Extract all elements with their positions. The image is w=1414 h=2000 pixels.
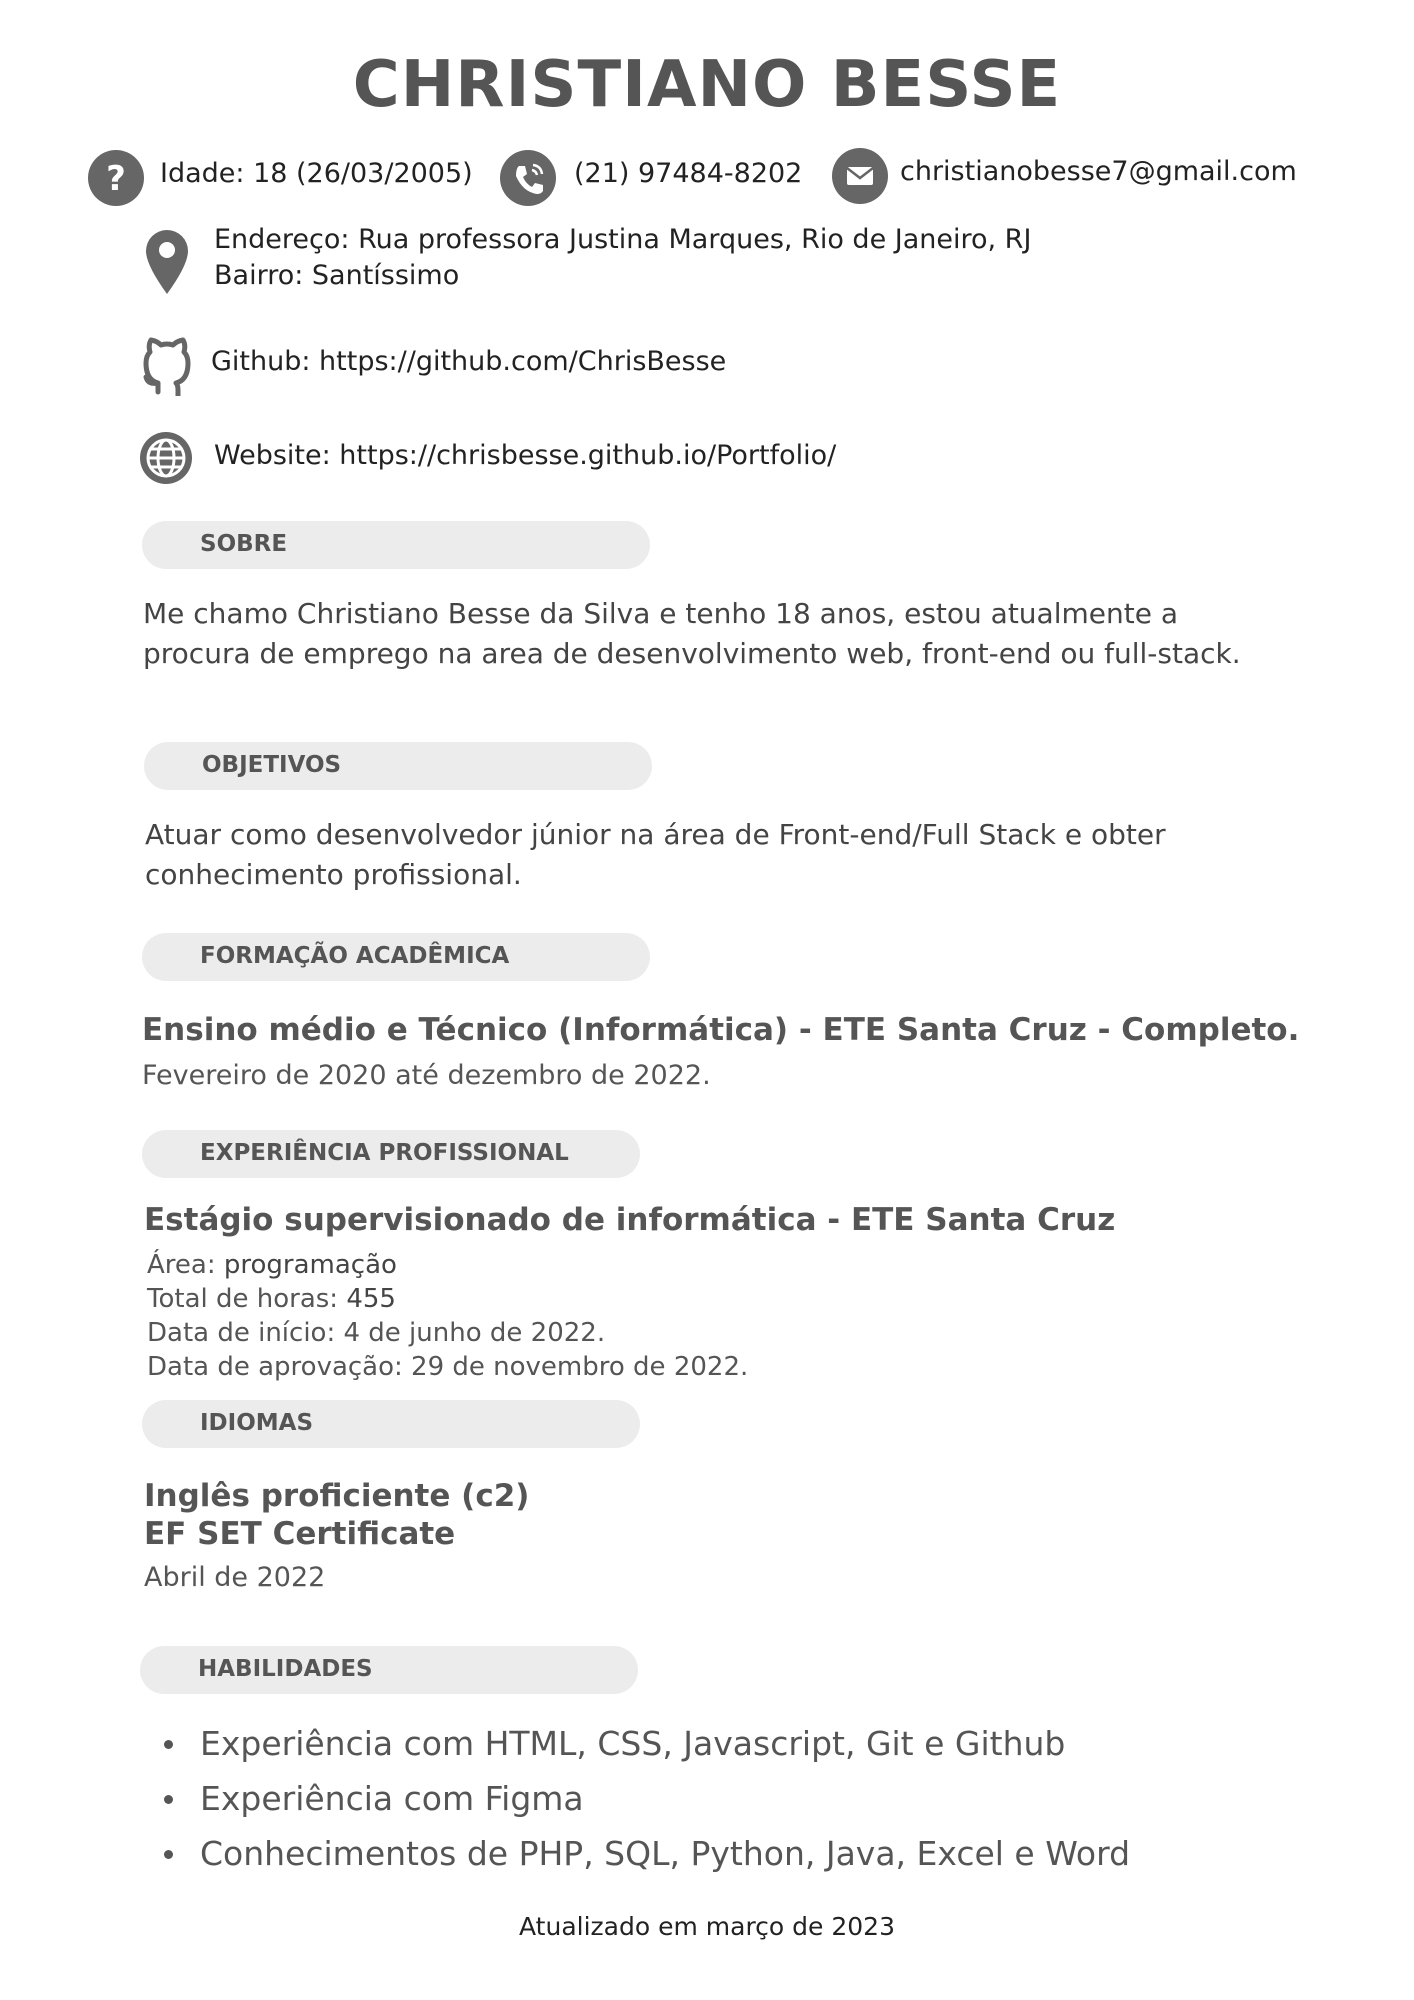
section-header-idiomas: IDIOMAS: [142, 1400, 640, 1448]
education-course: Ensino médio e Técnico (Informática) - E…: [142, 1012, 1300, 1048]
section-title: HABILIDADES: [198, 1656, 373, 1682]
section-header-formacao: FORMAÇÃO ACADÊMICA: [142, 933, 650, 981]
location-pin-icon: [144, 228, 190, 296]
github-icon: [138, 334, 196, 396]
globe-icon: [138, 430, 194, 486]
website-link[interactable]: Website: https://chrisbesse.github.io/Po…: [214, 440, 836, 471]
age-text: Idade: 18 (26/03/2005): [160, 158, 473, 189]
skills-list: Experiência com HTML, CSS, Javascript, G…: [142, 1716, 1130, 1881]
language-date: Abril de 2022: [144, 1562, 326, 1593]
section-title: IDIOMAS: [200, 1410, 314, 1436]
experience-role: Estágio supervisionado de informática - …: [144, 1202, 1116, 1238]
education-period: Fevereiro de 2020 até dezembro de 2022.: [142, 1060, 711, 1091]
question-icon: ?: [88, 150, 144, 206]
list-item: Experiência com HTML, CSS, Javascript, G…: [142, 1716, 1130, 1771]
address-line-2: Bairro: Santíssimo: [214, 260, 460, 291]
hours-label: Total de horas:: [147, 1284, 347, 1314]
resume-name: CHRISTIANO BESSE: [352, 48, 1062, 122]
section-title: FORMAÇÃO ACADÊMICA: [200, 943, 510, 969]
section-header-sobre: SOBRE: [142, 521, 650, 569]
section-title: OBJETIVOS: [202, 752, 342, 778]
svg-text:?: ?: [106, 159, 126, 199]
phone-text: (21) 97484-8202: [574, 158, 803, 189]
list-item: Conhecimentos de PHP, SQL, Python, Java,…: [142, 1826, 1130, 1881]
experience-area: Área: programação: [147, 1248, 397, 1282]
experience-hours: Total de horas: 455: [147, 1282, 396, 1316]
objectives-text: Atuar como desenvolvedor júnior na área …: [145, 818, 1166, 891]
list-item: Experiência com Figma: [142, 1771, 1130, 1826]
footer-updated: Atualizado em março de 2023: [519, 1912, 895, 1941]
address-line-1: Endereço: Rua professora Justina Marques…: [214, 224, 1032, 255]
area-label: Área:: [147, 1250, 224, 1280]
language-level: Inglês proficiente (c2): [144, 1478, 530, 1514]
email-text[interactable]: christianobesse7@gmail.com: [900, 156, 1297, 187]
area-value: programação: [223, 1250, 397, 1280]
experience-start: Data de início: 4 de junho de 2022.: [147, 1318, 606, 1348]
language-certificate: EF SET Certificate: [144, 1516, 456, 1552]
mail-icon: [832, 148, 888, 204]
section-header-objetivos: OBJETIVOS: [144, 742, 652, 790]
section-title: EXPERIÊNCIA PROFISSIONAL: [200, 1140, 569, 1166]
phone-icon: [500, 150, 556, 206]
github-link[interactable]: Github: https://github.com/ChrisBesse: [211, 346, 726, 377]
section-header-habilidades: HABILIDADES: [140, 1646, 638, 1694]
section-header-experiencia: EXPERIÊNCIA PROFISSIONAL: [142, 1130, 640, 1178]
section-title: SOBRE: [200, 531, 288, 557]
hours-value: 455: [346, 1284, 396, 1314]
experience-approval: Data de aprovação: 29 de novembro de 202…: [147, 1352, 749, 1382]
about-text: Me chamo Christiano Besse da Silva e ten…: [143, 597, 1241, 670]
